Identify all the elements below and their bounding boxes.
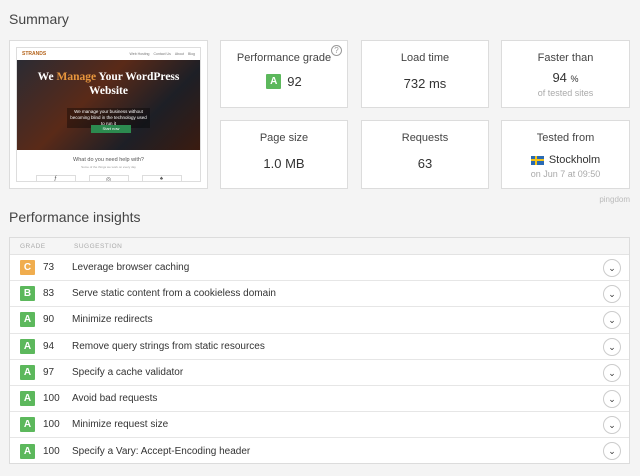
site-start-button: Start now <box>91 125 131 133</box>
page-size-label: Page size <box>259 132 309 144</box>
chevron-down-icon[interactable]: ⌄ <box>603 285 621 304</box>
insights-table-header: GRADE SUGGESTION <box>10 238 629 255</box>
load-time-card: Load time 732 ms <box>361 40 489 108</box>
score-value: 100 <box>43 419 60 431</box>
chevron-down-icon[interactable]: ⌄ <box>603 389 621 408</box>
suggestion-text: Specify a Vary: Accept-Encoding header <box>72 445 251 457</box>
tested-from-label: Tested from <box>536 132 595 144</box>
chevron-down-icon[interactable]: ⌄ <box>603 416 621 435</box>
requests-value: 63 <box>417 156 433 171</box>
suggestion-text: Remove query strings from static resourc… <box>72 340 265 352</box>
score-value: 90 <box>43 314 55 326</box>
help-icon[interactable]: ? <box>331 45 342 56</box>
chevron-down-icon[interactable]: ⌄ <box>603 442 621 461</box>
suggestion-column-header: SUGGESTION <box>74 242 123 250</box>
score-value: 100 <box>43 393 60 405</box>
site-service-icon: ƒ <box>35 175 76 181</box>
grade-badge: A <box>20 364 35 380</box>
site-nav: Web Hosting Contact Us About Blog <box>129 52 195 56</box>
faster-than-value: 94 <box>552 70 567 85</box>
site-logo: STRANDS <box>22 51 47 57</box>
page-size-card: Page size 1.0 MB <box>220 120 348 189</box>
faster-than-card: Faster than 94 % of tested sites <box>501 40 630 108</box>
grade-badge: A <box>20 312 35 328</box>
table-row[interactable]: A 90 Minimize redirects ⌄ <box>10 307 629 334</box>
table-row[interactable]: A 100 Specify a Vary: Accept-Encoding head… <box>10 438 629 464</box>
site-hero: We Manage Your WordPress Website We manag… <box>17 60 200 150</box>
requests-card: Requests 63 <box>361 120 489 189</box>
tested-from-time: on Jun 7 at 09:50 <box>530 169 601 179</box>
table-row[interactable]: A 97 Specify a cache validator ⌄ <box>10 360 629 386</box>
performance-grade-label: Performance grade <box>236 52 332 64</box>
site-question-sub: Some of the things we work on every day <box>81 165 136 169</box>
table-row[interactable]: A 100 Avoid bad requests ⌄ <box>10 386 629 413</box>
chevron-down-icon[interactable]: ⌄ <box>603 311 621 330</box>
table-row[interactable]: B 83 Serve static content from a cookieles… <box>10 281 629 308</box>
performance-grade-value: 92 <box>287 74 302 89</box>
suggestion-text: Specify a cache validator <box>72 366 184 378</box>
score-value: 100 <box>43 445 60 457</box>
performance-grade-badge: A <box>266 74 282 89</box>
site-service-icon: ♠ <box>141 175 182 181</box>
faster-than-unit: % <box>570 74 579 84</box>
grade-badge: A <box>20 391 35 407</box>
grade-badge: A <box>20 443 35 459</box>
site-service-icon: ◎ <box>88 175 129 181</box>
table-row[interactable]: A 94 Remove query strings from static reso… <box>10 334 629 360</box>
website-screenshot: STRANDS Web Hosting Contact Us About Blog W… <box>9 40 208 189</box>
load-time-label: Load time <box>400 52 450 64</box>
load-time-value: 732 ms <box>403 76 447 91</box>
requests-label: Requests <box>401 132 449 144</box>
suggestion-text: Serve static content from a cookieless d… <box>72 288 276 300</box>
chevron-down-icon[interactable]: ⌄ <box>603 337 621 356</box>
table-row[interactable]: A 100 Minimize request size ⌄ <box>10 412 629 439</box>
page-size-value: 1.0 MB <box>263 156 305 171</box>
site-headline: We Manage Your WordPress Website <box>37 71 180 97</box>
chevron-down-icon[interactable]: ⌄ <box>603 259 621 277</box>
site-question: What do you need help with? <box>73 157 144 163</box>
pingdom-stamp: pingdom <box>599 195 630 204</box>
faster-than-sub: of tested sites <box>537 88 594 98</box>
performance-grade-card: ? Performance grade A 92 <box>220 40 348 108</box>
grade-badge: A <box>20 417 35 433</box>
chevron-down-icon[interactable]: ⌄ <box>603 363 621 382</box>
tested-from-card: Tested from Stockholm on Jun 7 at 09:50 <box>501 120 630 189</box>
faster-than-label: Faster than <box>537 52 594 64</box>
summary-title: Summary <box>9 11 69 27</box>
tested-from-location: Stockholm <box>548 154 601 166</box>
score-value: 73 <box>43 262 55 274</box>
suggestion-text: Minimize request size <box>72 419 169 431</box>
sweden-flag-icon <box>530 155 544 165</box>
score-value: 83 <box>43 288 55 300</box>
grade-badge: A <box>20 338 35 354</box>
insights-title: Performance insights <box>9 209 141 225</box>
score-value: 97 <box>43 366 55 378</box>
grade-badge: C <box>20 260 35 276</box>
table-row[interactable]: C 73 Leverage browser caching ⌄ <box>10 255 629 282</box>
suggestion-text: Leverage browser caching <box>72 262 190 274</box>
suggestion-text: Avoid bad requests <box>72 393 158 405</box>
score-value: 94 <box>43 340 55 352</box>
suggestion-text: Minimize redirects <box>72 314 153 326</box>
insights-table: GRADE SUGGESTION C 73 Leverage browser cac… <box>9 237 630 464</box>
grade-column-header: GRADE <box>20 242 46 250</box>
grade-badge: B <box>20 286 35 302</box>
